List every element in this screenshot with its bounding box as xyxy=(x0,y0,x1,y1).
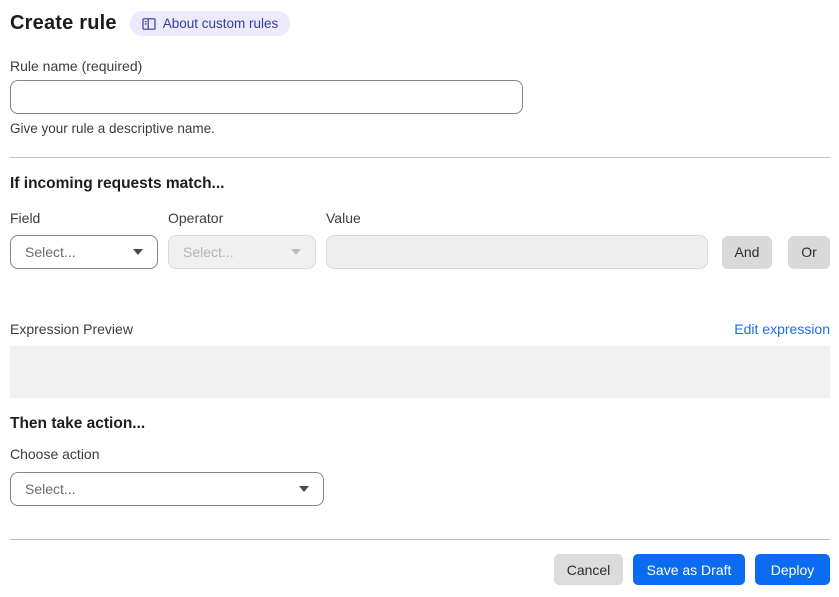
rule-name-helper: Give your rule a descriptive name. xyxy=(10,121,215,136)
condition-builder-row: Select... Select... And Or xyxy=(10,235,830,269)
book-icon xyxy=(142,17,156,31)
operator-select-value: Select... xyxy=(183,244,234,260)
rule-name-input[interactable] xyxy=(10,80,523,114)
action-select-value: Select... xyxy=(25,481,76,497)
field-select[interactable]: Select... xyxy=(10,235,158,269)
caret-down-icon xyxy=(133,249,143,255)
field-select-value: Select... xyxy=(25,244,76,260)
operator-label: Operator xyxy=(168,210,224,226)
expression-preview-label: Expression Preview xyxy=(10,321,133,337)
about-custom-rules-badge[interactable]: About custom rules xyxy=(129,11,291,36)
choose-action-label: Choose action xyxy=(10,446,100,462)
action-select[interactable]: Select... xyxy=(10,472,324,506)
caret-down-icon xyxy=(291,249,301,255)
page-title: Create rule xyxy=(10,12,117,34)
condition-labels-row: Field Operator Value xyxy=(10,210,830,226)
caret-down-icon xyxy=(299,486,309,492)
save-as-draft-button[interactable]: Save as Draft xyxy=(633,554,745,585)
field-label: Field xyxy=(10,210,41,226)
section-divider xyxy=(10,157,830,158)
expression-preview-box xyxy=(10,346,830,398)
expression-preview-header: Expression Preview Edit expression xyxy=(10,321,830,337)
footer-actions: Cancel Save as Draft Deploy xyxy=(10,554,830,585)
create-rule-page: Create rule About custom rules Rule name… xyxy=(0,0,839,585)
deploy-button[interactable]: Deploy xyxy=(755,554,830,585)
cancel-button[interactable]: Cancel xyxy=(554,554,623,585)
action-section-heading: Then take action... xyxy=(10,415,146,432)
about-badge-label: About custom rules xyxy=(162,16,279,31)
or-button[interactable]: Or xyxy=(788,235,830,269)
rule-name-label: Rule name (required) xyxy=(10,58,143,74)
footer-divider xyxy=(10,539,830,540)
edit-expression-link[interactable]: Edit expression xyxy=(734,321,830,337)
operator-select: Select... xyxy=(168,235,316,269)
and-button[interactable]: And xyxy=(722,235,772,269)
match-section-heading: If incoming requests match... xyxy=(10,175,225,192)
value-input xyxy=(326,235,708,269)
page-header: Create rule About custom rules xyxy=(10,10,830,37)
value-label: Value xyxy=(326,210,361,226)
